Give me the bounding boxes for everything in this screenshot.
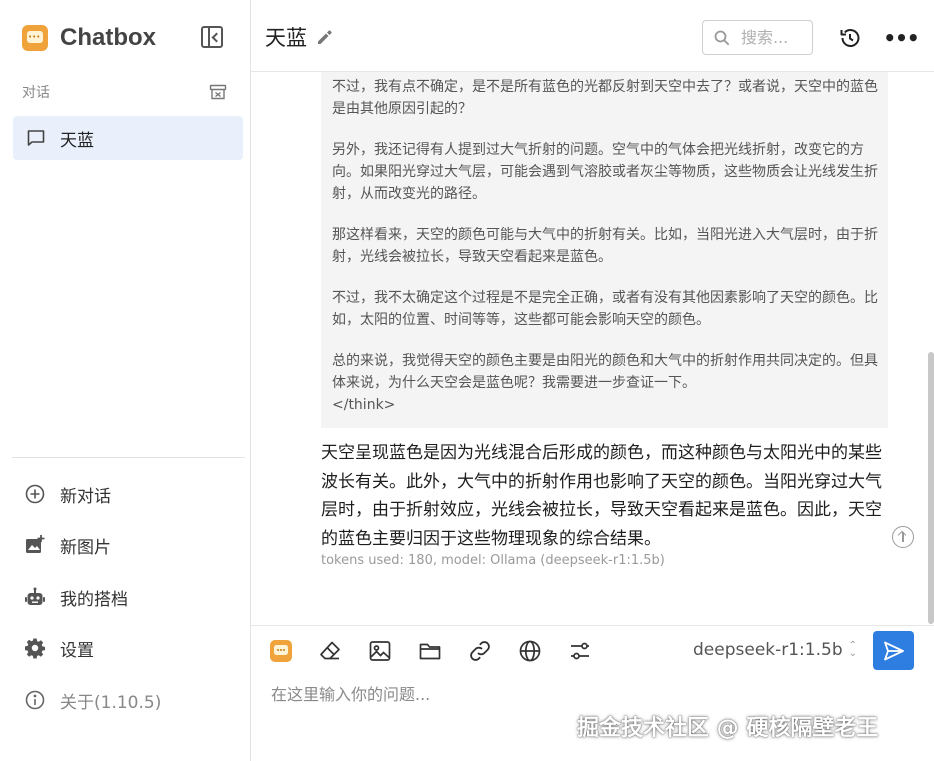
think-paragraph: 那这样看来，天空的颜色可能与大气中的折射有关。比如，当阳光进入大气层时，由于折射… [332, 227, 878, 265]
think-paragraph: 总的来说，我觉得天空的颜色主要是由阳光的颜色和大气中的折射作用共同决定的。但具体… [332, 353, 878, 391]
chatbox-logo-icon [22, 25, 48, 51]
chat-header: 天蓝 ••• [251, 0, 934, 72]
menu-label: 关于(1.10.5) [60, 692, 162, 713]
sidebar: Chatbox 对话 天蓝 新对话 新图片 我的搭档 [0, 0, 251, 761]
edit-title-icon[interactable] [316, 28, 334, 46]
think-paragraph: 不过，我不太确定这个过程是不是完全正确，或者有没有其他因素影响了天空的颜色。比如… [332, 290, 878, 328]
conversation-label: 天蓝 [60, 130, 94, 151]
conversations-section-label: 对话 [22, 85, 50, 101]
assistant-answer: 天空呈现蓝色是因为光线混合后形成的颜色，而这种颜色与太阳光中的某些波长有关。此外… [321, 443, 882, 549]
gear-icon [24, 637, 46, 659]
think-paragraph: 另外，我还记得有人提到过大气折射的问题。空气中的气体会把光线折射，改变它的方向。… [332, 142, 878, 202]
scrollbar[interactable] [928, 352, 934, 624]
settings-sliders-button[interactable] [567, 638, 593, 664]
info-icon [24, 689, 46, 711]
attach-file-button[interactable] [417, 638, 443, 664]
watermark: 掘金技术社区 @ 硬核隔壁老王 [577, 716, 879, 741]
app-name: Chatbox [60, 24, 156, 51]
menu-label: 我的搭档 [60, 589, 128, 610]
copilot-picker-button[interactable] [268, 638, 294, 664]
chatbox-logo-icon [270, 640, 292, 662]
conversation-item-active[interactable]: 天蓝 [13, 116, 243, 160]
think-end-tag: </think> [332, 397, 396, 413]
chat-bubble-icon [27, 130, 45, 146]
model-name: deepseek-r1:1.5b [693, 640, 843, 660]
new-image-button[interactable]: 新图片 [24, 530, 111, 560]
message-list: 不过，我有点不确定，是不是所有蓝色的光都反射到天空中去了？或者说，天空中的蓝色是… [251, 72, 934, 625]
message-meta: tokens used: 180, model: Ollama (deepsee… [321, 553, 665, 568]
history-icon[interactable] [838, 26, 862, 50]
send-icon [883, 641, 904, 660]
think-paragraph: 不过，我有点不确定，是不是所有蓝色的光都反射到天空中去了？或者说，天空中的蓝色是… [332, 79, 878, 117]
web-browsing-button[interactable] [517, 638, 543, 664]
folder-icon [419, 643, 441, 660]
brand: Chatbox [22, 22, 156, 54]
clear-context-button[interactable] [317, 638, 343, 664]
send-button[interactable] [873, 631, 914, 670]
page-title: 天蓝 [265, 26, 307, 50]
robot-icon [24, 586, 46, 608]
link-icon [470, 641, 490, 661]
archive-conversations-icon[interactable] [209, 83, 227, 101]
model-selector[interactable]: deepseek-r1:1.5b ⌃ ⌄ [693, 640, 857, 660]
more-options-icon[interactable]: ••• [883, 26, 919, 50]
attach-link-button[interactable] [467, 638, 493, 664]
about-button[interactable]: 关于(1.10.5) [24, 685, 161, 715]
search-input[interactable] [741, 28, 811, 47]
eraser-icon [320, 641, 340, 660]
menu-label: 新图片 [60, 537, 111, 558]
scroll-to-top-icon[interactable] [892, 526, 914, 548]
search-icon [714, 30, 730, 45]
chevron-updown-icon: ⌃ ⌄ [848, 640, 858, 659]
thinking-block: 不过，我有点不确定，是不是所有蓝色的光都反射到天空中去了？或者说，天空中的蓝色是… [321, 72, 888, 428]
image-add-icon [24, 534, 46, 556]
message-input[interactable] [271, 681, 871, 707]
collapse-sidebar-icon[interactable] [201, 26, 223, 48]
search-box[interactable] [702, 20, 813, 55]
image-icon [369, 641, 391, 661]
sidebar-divider [12, 457, 245, 458]
attach-image-button[interactable] [367, 638, 393, 664]
menu-label: 新对话 [60, 486, 111, 507]
my-copilots-button[interactable]: 我的搭档 [24, 582, 128, 612]
sliders-icon [571, 642, 589, 660]
globe-icon [519, 640, 541, 662]
new-chat-button[interactable]: 新对话 [24, 479, 111, 509]
menu-label: 设置 [60, 640, 94, 661]
settings-button[interactable]: 设置 [24, 633, 94, 663]
plus-circle-icon [24, 483, 46, 505]
